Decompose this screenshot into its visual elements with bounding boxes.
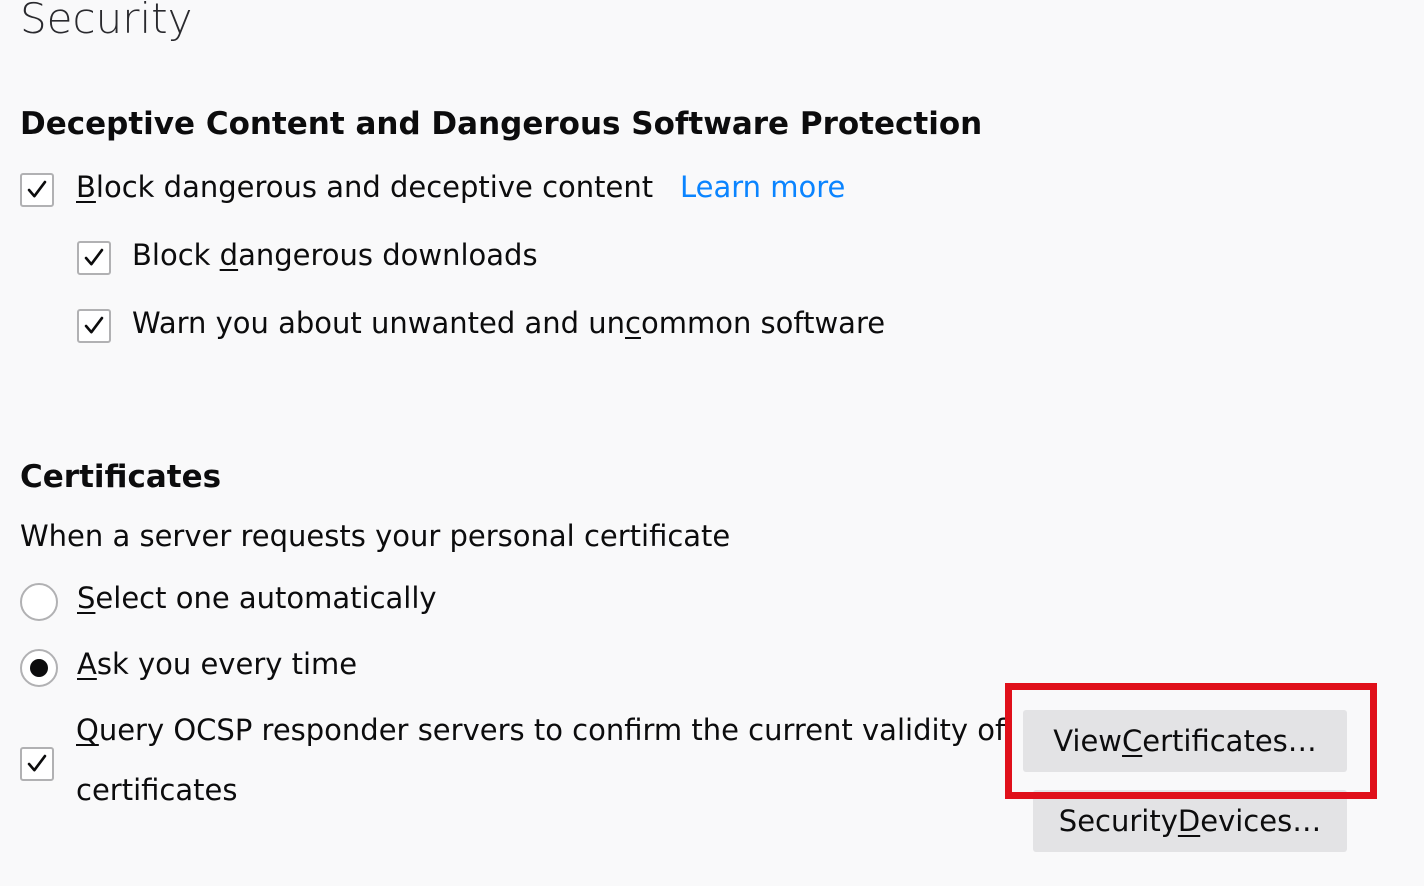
block-dangerous-downloads-checkbox[interactable] [77,241,111,275]
select-automatically-radio[interactable] [20,583,58,621]
checkmark-icon [27,180,47,198]
block-deceptive-content-label[interactable]: Block dangerous and deceptive content [76,170,653,204]
warn-unwanted-software-checkbox[interactable] [77,309,111,343]
ask-every-time-label[interactable]: Ask you every time [77,647,357,681]
view-certificates-button[interactable]: View Certificates… [1023,710,1347,772]
query-ocsp-label[interactable]: Query OCSP responder servers to confirm … [76,713,1020,833]
select-automatically-label[interactable]: Select one automatically [77,581,437,615]
security-devices-button[interactable]: Security Devices… [1033,790,1347,852]
certificates-heading: Certificates [20,459,222,495]
checkmark-icon [27,754,47,772]
radio-selected-dot [30,659,48,677]
block-dangerous-downloads-label[interactable]: Block dangerous downloads [132,238,538,272]
warn-unwanted-software-label[interactable]: Warn you about unwanted and uncommon sof… [132,306,885,340]
query-ocsp-checkbox[interactable] [20,747,54,781]
checkmark-icon [84,316,104,334]
certificate-request-description: When a server requests your personal cer… [20,519,731,553]
learn-more-link[interactable]: Learn more [680,170,845,204]
block-deceptive-content-checkbox[interactable] [20,173,54,207]
ask-every-time-radio[interactable] [20,649,58,687]
page-title: Security [20,0,193,43]
deceptive-content-heading: Deceptive Content and Dangerous Software… [20,106,983,142]
checkmark-icon [84,248,104,266]
